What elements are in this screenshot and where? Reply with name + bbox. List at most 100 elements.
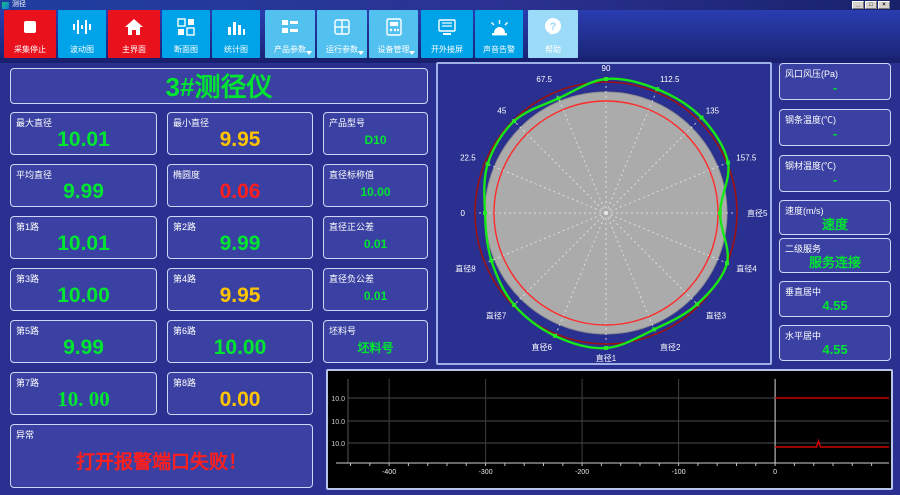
cell-value: 坯料号 <box>357 341 394 355</box>
minimize-button[interactable]: _ <box>852 1 864 9</box>
svg-text:135: 135 <box>706 107 720 116</box>
window-title: 测径 <box>12 1 26 8</box>
cross-section-chart-panel: 0 22.5 45 67.5 90 112.5 135 157.5 直径5 直径4 直径3 直径2 直径… <box>436 62 772 365</box>
product-params-icon <box>282 20 298 33</box>
dropdown-caret-icon <box>409 51 415 55</box>
cell-value: 10. 00 <box>57 387 110 411</box>
sound-alarm-button[interactable]: 声音告警 <box>475 10 523 58</box>
cell-value: 9.95 <box>219 127 261 151</box>
button-label: 采集停止 <box>14 45 46 54</box>
panel-strip-temperature: 钢条温度(℃) - <box>779 109 891 146</box>
svg-text:112.5: 112.5 <box>660 75 680 84</box>
svg-text:0: 0 <box>773 469 777 476</box>
run-params-button[interactable]: 运行参数 <box>317 10 367 58</box>
svg-text:直径1: 直径1 <box>596 353 617 363</box>
cell-min-diameter: 最小直径 9.95 <box>167 112 313 155</box>
cell-channel-8: 第8路 0.00 <box>167 372 313 415</box>
cell-value: - <box>832 80 838 95</box>
panel-speed: 速度(m/s) 速度 <box>779 200 891 235</box>
panel-horizontal-center: 水平居中 4.55 <box>779 325 891 361</box>
dropdown-caret-icon <box>306 51 312 55</box>
button-label: 开外接屏 <box>431 45 463 54</box>
gauge-title-box: 3#测径仪 <box>10 68 428 104</box>
svg-text:直径2: 直径2 <box>660 342 681 352</box>
cell-product-model: 产品型号 D10 <box>323 112 428 155</box>
cell-value: 4.55 <box>822 341 848 357</box>
svg-text:直径4: 直径4 <box>736 264 757 274</box>
section-chart-icon <box>177 18 195 36</box>
help-icon: ? <box>545 18 561 35</box>
cell-value: 0.01 <box>363 236 388 251</box>
trend-chart-panel: 10.0 10.0 10.0 -400 -300 -200 -100 0 <box>326 369 893 490</box>
panel-vertical-center: 垂直居中 4.55 <box>779 281 891 317</box>
panel-steel-temperature: 钢材温度(℃) - <box>779 155 891 192</box>
cell-value: 10.00 <box>213 335 267 359</box>
button-label: 产品参数 <box>274 45 306 54</box>
panel-secondary-service: 二级服务 服务连接 <box>779 238 891 273</box>
svg-text:90: 90 <box>602 64 611 73</box>
cell-value: 速度 <box>821 217 848 232</box>
svg-text:直径6: 直径6 <box>532 342 553 352</box>
device-management-button[interactable]: 设备管理 <box>369 10 418 58</box>
app-icon <box>2 1 9 9</box>
cell-value: 10.01 <box>57 231 110 255</box>
bar-chart-icon <box>228 22 245 35</box>
button-label: 统计图 <box>224 45 248 54</box>
cell-ovality: 椭圆度 0.06 <box>167 164 313 207</box>
external-screen-button[interactable]: 开外接屏 <box>421 10 473 58</box>
cell-value: D10 <box>364 132 387 147</box>
cross-section-polar-chart: 0 22.5 45 67.5 90 112.5 135 157.5 直径5 直径4 直径3 直径2 直径… <box>455 64 768 363</box>
home-icon <box>125 19 143 35</box>
svg-text:-400: -400 <box>382 469 396 476</box>
product-params-button[interactable]: 产品参数 <box>265 10 315 58</box>
cell-channel-2: 第2路 9.99 <box>167 216 313 259</box>
cell-value: 10.01 <box>57 127 110 151</box>
cell-channel-5: 第5路 9.99 <box>10 320 157 363</box>
svg-text:45: 45 <box>497 107 506 116</box>
cell-channel-3: 第3路 10.00 <box>10 268 157 311</box>
wave-chart-button[interactable]: 波动图 <box>58 10 106 58</box>
cell-value: 10.00 <box>57 283 110 307</box>
cell-value: 0.01 <box>363 288 388 303</box>
svg-text:67.5: 67.5 <box>536 75 552 84</box>
button-label: 断面图 <box>174 45 198 54</box>
button-label: 波动图 <box>70 45 94 54</box>
close-button[interactable]: × <box>878 1 890 9</box>
button-label: 设备管理 <box>377 45 410 54</box>
stop-collection-button[interactable]: 采集停止 <box>4 10 56 58</box>
stats-chart-button[interactable]: 统计图 <box>212 10 260 58</box>
help-button[interactable]: ? 帮助 <box>528 10 578 58</box>
cell-value: 9.99 <box>219 231 261 255</box>
button-label: 主界面 <box>122 45 146 54</box>
cell-abnormal-status: 异常 打开报警端口失败！ <box>10 424 313 488</box>
cell-value: 0.00 <box>219 387 261 411</box>
section-chart-button[interactable]: 断面图 <box>162 10 210 58</box>
maximize-button[interactable]: □ <box>865 1 877 9</box>
cell-billet-number: 坯料号 坯料号 <box>323 320 428 363</box>
cell-channel-6: 第6路 10.00 <box>167 320 313 363</box>
alarm-message: 打开报警端口失败！ <box>75 451 247 473</box>
cell-max-diameter: 最大直径 10.01 <box>10 112 157 155</box>
svg-text:-200: -200 <box>575 469 589 476</box>
cell-value: 服务连接 <box>808 255 861 270</box>
cell-avg-diameter: 平均直径 9.99 <box>10 164 157 207</box>
svg-text:10.0: 10.0 <box>331 419 345 426</box>
alarm-siren-icon <box>491 20 508 36</box>
toolbar: 采集停止 波动图 主界面 断面图 统计图 产品参数 运行参数 设备管理 开外接屏… <box>0 10 900 58</box>
cell-value: 9.99 <box>63 179 104 203</box>
svg-text:直径3: 直径3 <box>706 311 727 321</box>
cell-value: 0.06 <box>219 179 261 203</box>
cell-plus-tolerance: 直径正公差 0.01 <box>323 216 428 259</box>
title-bar: 测径 _ □ × <box>0 0 900 10</box>
svg-text:-300: -300 <box>479 469 493 476</box>
panel-air-pressure: 风口风压(Pa) - <box>779 63 891 100</box>
svg-text:0: 0 <box>461 209 466 218</box>
cell-nominal-diameter: 直径标称值 10.00 <box>323 164 428 207</box>
device-icon <box>385 18 402 36</box>
cell-value: 10.00 <box>360 184 391 199</box>
main-screen-button[interactable]: 主界面 <box>108 10 160 58</box>
svg-text:直径5: 直径5 <box>747 208 768 218</box>
cell-channel-7: 第7路 10. 00 <box>10 372 157 415</box>
svg-text:直径7: 直径7 <box>486 311 507 321</box>
button-label: 帮助 <box>545 45 561 54</box>
